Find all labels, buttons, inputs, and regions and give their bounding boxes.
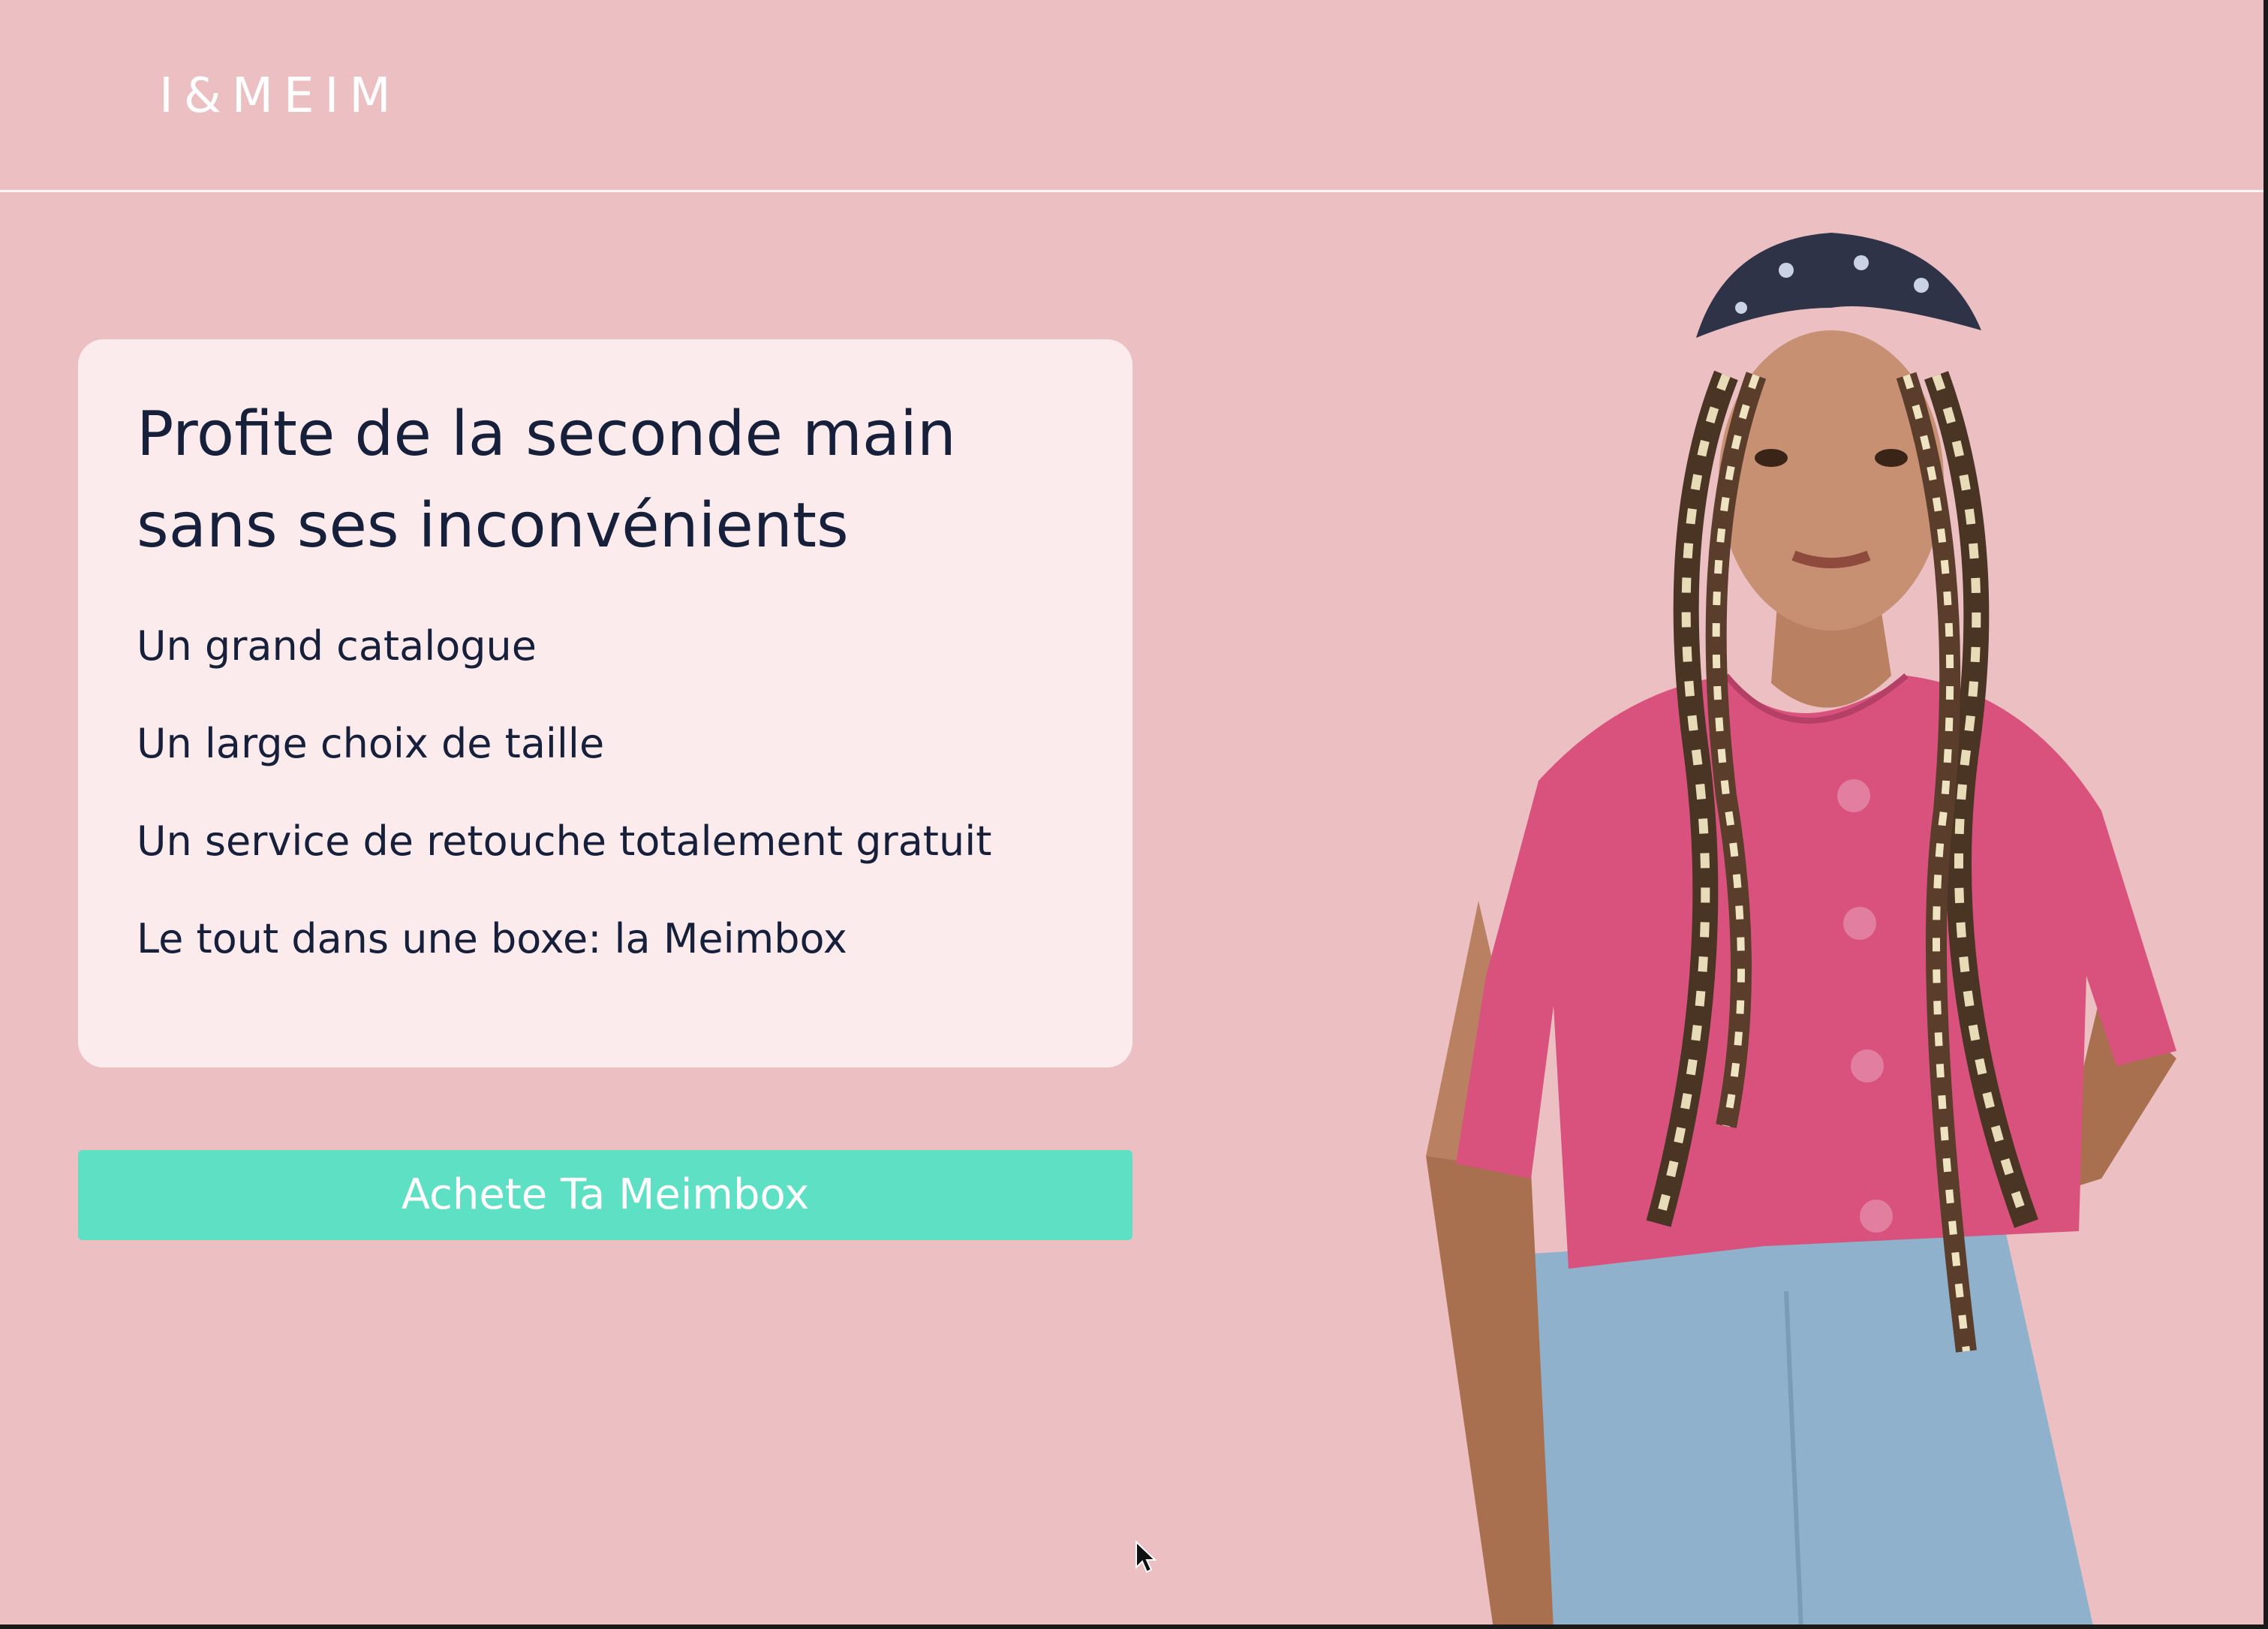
buy-meimbox-button[interactable]: Achete Ta Meimbox — [78, 1150, 1132, 1240]
site-header: I&MEIM — [0, 0, 2268, 192]
mouse-pointer-icon — [1136, 1540, 1157, 1573]
window-edge-bottom — [0, 1624, 2268, 1629]
feature-list: Un grand catalogue Un large choix de tai… — [137, 598, 1074, 988]
hero-card: Profite de la seconde main sans ses inco… — [78, 339, 1132, 1067]
feature-item: Un service de retouche totalement gratui… — [137, 818, 992, 865]
window-edge-right — [2263, 0, 2268, 1629]
feature-item: Le tout dans une boxe: la Meimbox — [137, 915, 847, 962]
hero-title: Profite de la seconde main sans ses inco… — [137, 399, 956, 562]
brand-logo[interactable]: I&MEIM — [159, 66, 402, 126]
model-illustration — [1426, 233, 2176, 1629]
model-photo — [1306, 225, 2236, 1629]
feature-item: Un large choix de taille — [137, 720, 605, 767]
feature-item: Un grand catalogue — [137, 622, 537, 670]
